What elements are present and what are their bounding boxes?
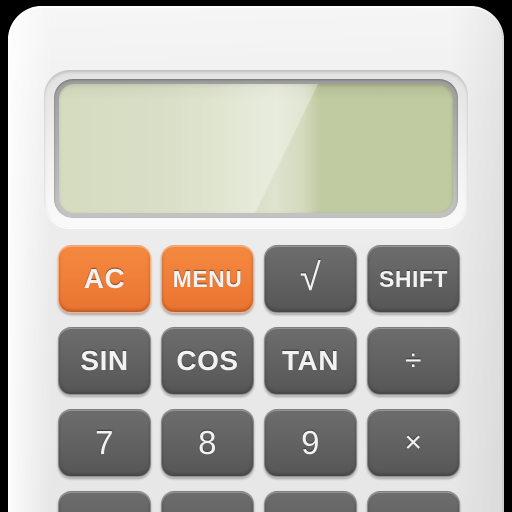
key-label: SIN [80, 345, 129, 376]
lcd-glare-overlay [59, 84, 453, 213]
display-bezel-outer [44, 70, 468, 228]
key-divide[interactable]: ÷ [367, 327, 460, 395]
key-row4-col3[interactable] [264, 491, 357, 512]
key-label: 9 [301, 424, 320, 461]
key-square-root[interactable]: √ [264, 245, 357, 313]
keypad-row-1: AC MENU √ SHIFT [58, 245, 470, 313]
square-root-icon: √ [299, 257, 322, 299]
body-highlight-left [8, 6, 52, 512]
lcd-banding [59, 84, 453, 213]
key-label: TAN [282, 345, 339, 376]
display-bezel-ring [54, 79, 458, 218]
key-7[interactable]: 7 [58, 409, 151, 477]
key-multiply[interactable]: × [367, 409, 460, 477]
key-label: AC [83, 263, 126, 294]
key-menu[interactable]: MENU [161, 245, 254, 313]
key-shift[interactable]: SHIFT [367, 245, 460, 313]
key-row4-col2[interactable] [161, 491, 254, 512]
lcd-display[interactable] [59, 84, 453, 213]
key-label: 7 [95, 424, 114, 461]
key-row4-col1[interactable] [58, 491, 151, 512]
key-tan[interactable]: TAN [264, 327, 357, 395]
multiply-icon: × [404, 426, 423, 459]
lcd-inner-shadow [59, 84, 453, 100]
key-all-clear[interactable]: AC [58, 245, 151, 313]
key-9[interactable]: 9 [264, 409, 357, 477]
key-label: 8 [198, 424, 217, 461]
key-label: SHIFT [379, 265, 448, 292]
divide-icon: ÷ [405, 344, 422, 377]
keypad-row-3: 7 8 9 × [58, 409, 470, 477]
calculator-app-icon: AC MENU √ SHIFT SIN COS TAN ÷ 7 8 9 × [0, 0, 512, 512]
key-sin[interactable]: SIN [58, 327, 151, 395]
keypad-row-4 [58, 491, 470, 512]
calculator-body: AC MENU √ SHIFT SIN COS TAN ÷ 7 8 9 × [8, 6, 504, 512]
key-cos[interactable]: COS [161, 327, 254, 395]
keypad: AC MENU √ SHIFT SIN COS TAN ÷ 7 8 9 × [58, 245, 470, 512]
key-row4-col4[interactable] [367, 491, 460, 512]
key-label: COS [176, 345, 239, 376]
keypad-row-2: SIN COS TAN ÷ [58, 327, 470, 395]
key-8[interactable]: 8 [161, 409, 254, 477]
key-label: MENU [172, 265, 243, 292]
